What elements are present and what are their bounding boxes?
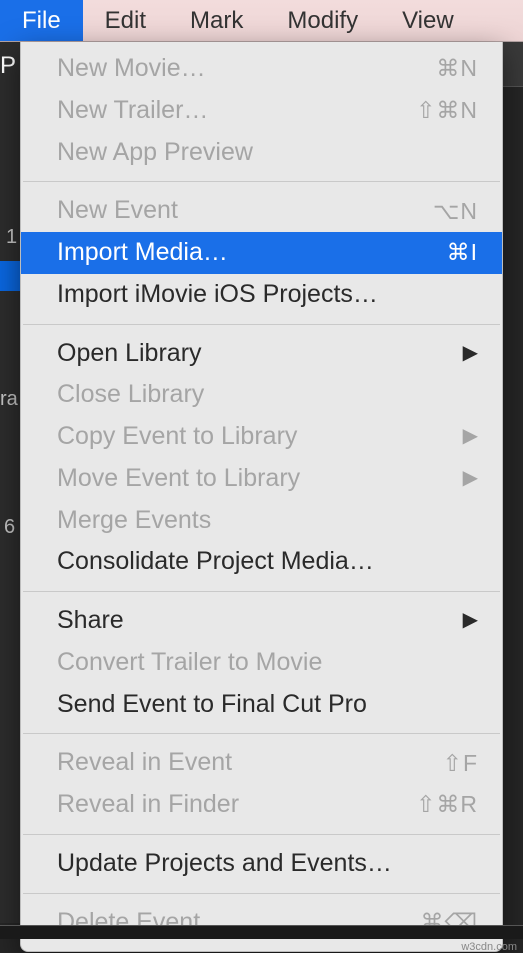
menu-label: Close Library	[57, 378, 478, 412]
menu-label: Import Media…	[57, 236, 447, 270]
menu-shortcut: ⌘I	[447, 237, 478, 268]
background-char: P	[0, 52, 16, 80]
menu-item-close-library: Close Library	[21, 374, 502, 416]
menu-view[interactable]: View	[380, 0, 476, 41]
menu-shortcut: ⇧⌘R	[416, 789, 478, 820]
menu-separator	[23, 893, 500, 894]
menu-item-new-trailer: New Trailer… ⇧⌘N	[21, 90, 502, 132]
menu-label: Move Event to Library	[57, 462, 451, 496]
menu-label: Share	[57, 604, 451, 638]
menu-label: Import iMovie iOS Projects…	[57, 278, 478, 312]
menu-label: Merge Events	[57, 504, 478, 538]
menu-label: Send Event to Final Cut Pro	[57, 688, 478, 722]
menu-separator	[23, 834, 500, 835]
menu-item-update-projects-events[interactable]: Update Projects and Events…	[21, 843, 502, 885]
menu-shortcut: ⌘N	[436, 53, 478, 84]
watermark: w3cdn.com	[461, 941, 517, 953]
bottom-bar	[0, 925, 523, 939]
menu-item-new-app-preview: New App Preview	[21, 132, 502, 174]
chevron-right-icon: ▶	[463, 423, 478, 450]
menu-label: New Trailer…	[57, 94, 416, 128]
menu-item-share[interactable]: Share ▶	[21, 600, 502, 642]
chevron-right-icon: ▶	[463, 465, 478, 492]
menu-item-merge-events: Merge Events	[21, 500, 502, 542]
menu-item-new-movie: New Movie… ⌘N	[21, 48, 502, 90]
menu-label: Update Projects and Events…	[57, 847, 478, 881]
side-char: 1	[6, 226, 17, 249]
chevron-right-icon: ▶	[463, 340, 478, 367]
menu-label: New Event	[57, 194, 433, 228]
menu-item-import-imovie-ios[interactable]: Import iMovie iOS Projects…	[21, 274, 502, 316]
menu-item-reveal-in-finder: Reveal in Finder ⇧⌘R	[21, 784, 502, 826]
menu-shortcut: ⌥N	[433, 196, 478, 227]
menu-item-copy-event-to-library: Copy Event to Library ▶	[21, 416, 502, 458]
side-char: 6	[4, 516, 15, 539]
menu-separator	[23, 591, 500, 592]
sidebar-sliver: 1 ra 6	[0, 42, 20, 923]
menubar: File Edit Mark Modify View	[0, 0, 523, 42]
menu-label: Copy Event to Library	[57, 420, 451, 454]
menu-file[interactable]: File	[0, 0, 83, 41]
menu-edit[interactable]: Edit	[83, 0, 168, 41]
sidebar-highlight	[0, 261, 20, 291]
chevron-right-icon: ▶	[463, 607, 478, 634]
menu-item-consolidate-project-media[interactable]: Consolidate Project Media…	[21, 541, 502, 583]
menu-label: Reveal in Finder	[57, 788, 416, 822]
menu-mark[interactable]: Mark	[168, 0, 265, 41]
file-menu-dropdown: New Movie… ⌘N New Trailer… ⇧⌘N New App P…	[20, 42, 503, 952]
menu-item-convert-trailer: Convert Trailer to Movie	[21, 642, 502, 684]
menu-label: Open Library	[57, 337, 451, 371]
menu-item-open-library[interactable]: Open Library ▶	[21, 333, 502, 375]
menu-separator	[23, 181, 500, 182]
menu-label: New Movie…	[57, 52, 436, 86]
menu-label: New App Preview	[57, 136, 478, 170]
side-char: ra	[0, 388, 18, 411]
menu-item-import-media[interactable]: Import Media… ⌘I	[21, 232, 502, 274]
menu-label: Reveal in Event	[57, 746, 443, 780]
menu-separator	[23, 324, 500, 325]
menu-label: Consolidate Project Media…	[57, 545, 478, 579]
menu-shortcut: ⇧⌘N	[416, 95, 478, 126]
menu-label: Convert Trailer to Movie	[57, 646, 478, 680]
menu-modify[interactable]: Modify	[265, 0, 380, 41]
menu-item-reveal-in-event: Reveal in Event ⇧F	[21, 742, 502, 784]
menu-item-send-to-fcp[interactable]: Send Event to Final Cut Pro	[21, 684, 502, 726]
menu-item-new-event: New Event ⌥N	[21, 190, 502, 232]
menu-shortcut: ⇧F	[443, 748, 478, 779]
menu-separator	[23, 733, 500, 734]
menu-item-move-event-to-library: Move Event to Library ▶	[21, 458, 502, 500]
